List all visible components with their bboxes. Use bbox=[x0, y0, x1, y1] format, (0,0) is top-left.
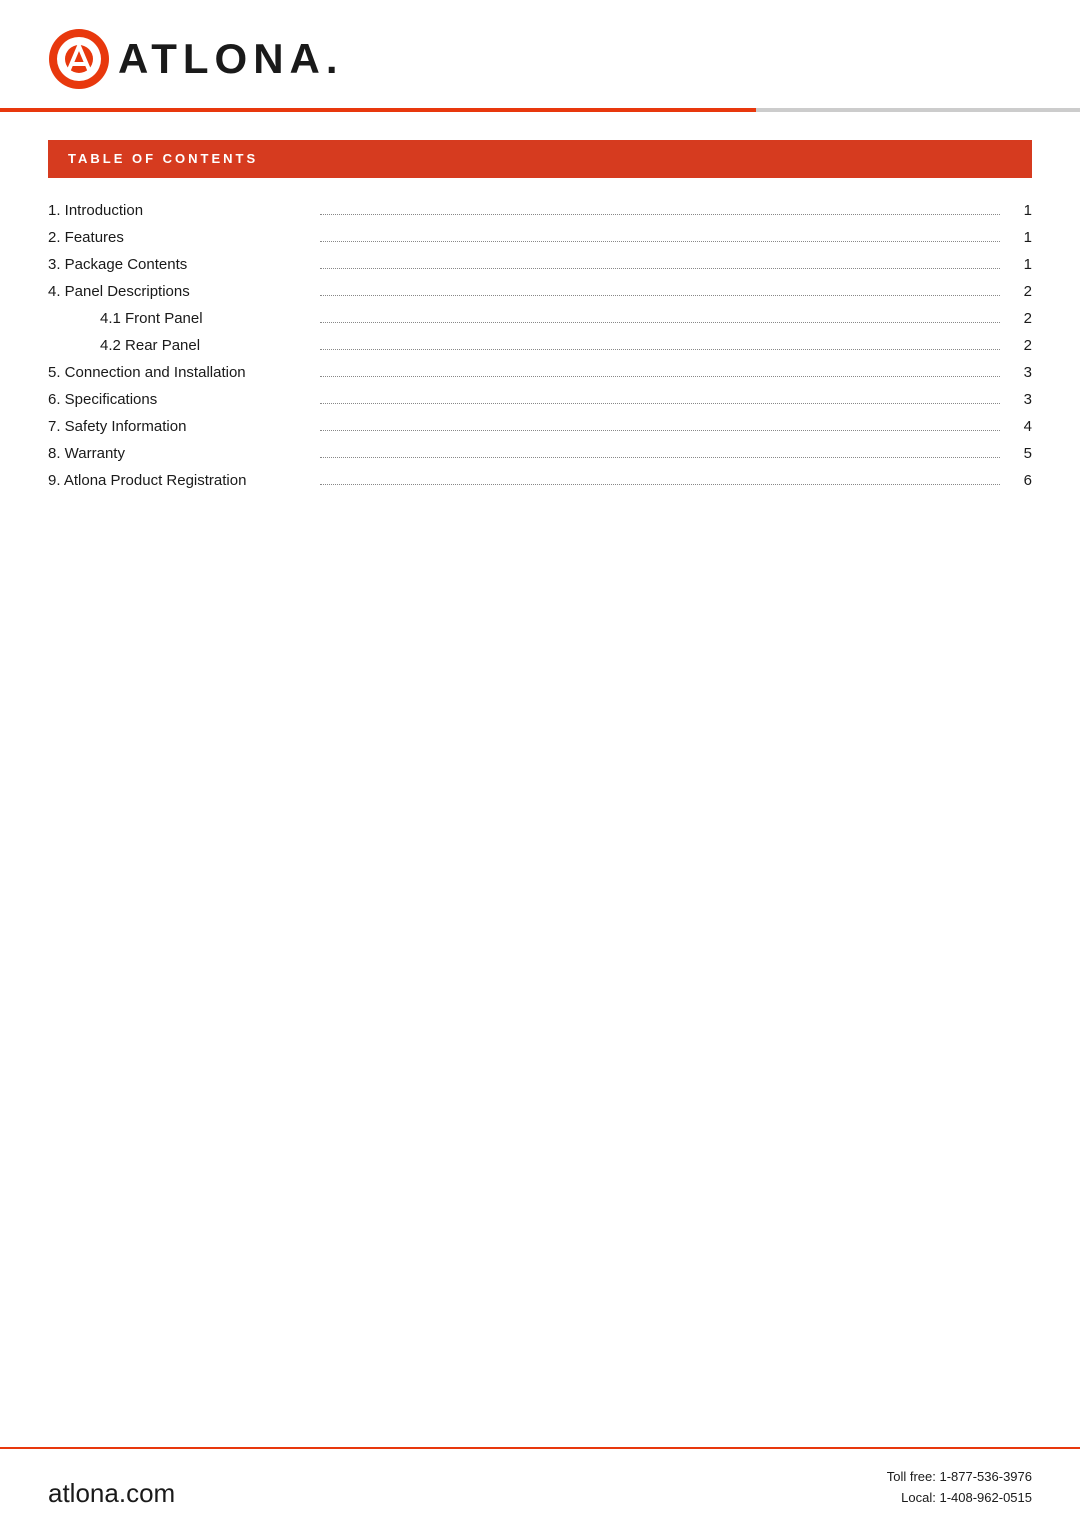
toc-row-4-2: 4.2 Rear Panel 2 bbox=[48, 337, 1032, 354]
toc-page-9: 6 bbox=[1012, 472, 1032, 489]
toc-label-4: 4. Panel Descriptions bbox=[48, 283, 308, 300]
toc-label-6: 6. Specifications bbox=[48, 391, 308, 408]
toc-dots-9 bbox=[320, 484, 1000, 485]
toc-dots-8 bbox=[320, 457, 1000, 458]
toc-label-1: 1. Introduction bbox=[48, 202, 308, 219]
toc-label-2: 2. Features bbox=[48, 229, 308, 246]
toc-dots-2 bbox=[320, 241, 1000, 242]
toc-label-4-1: 4.1 Front Panel bbox=[48, 310, 308, 327]
toc-title: TABLE OF CONTENTS bbox=[68, 151, 258, 166]
toc-page-7: 4 bbox=[1012, 418, 1032, 435]
toc-label-4-2: 4.2 Rear Panel bbox=[48, 337, 308, 354]
atlona-logo-icon bbox=[48, 28, 110, 90]
toc-row-4: 4. Panel Descriptions 2 bbox=[48, 283, 1032, 300]
toc-row-3: 3. Package Contents 1 bbox=[48, 256, 1032, 273]
toc-dots-1 bbox=[320, 214, 1000, 215]
toc-row-5: 5. Connection and Installation 3 bbox=[48, 364, 1032, 381]
header-divider bbox=[0, 108, 1080, 112]
toc-page-3: 1 bbox=[1012, 256, 1032, 273]
toc-page-4: 2 bbox=[1012, 283, 1032, 300]
toc-header-bar: TABLE OF CONTENTS bbox=[48, 140, 1032, 178]
toc-page-2: 1 bbox=[1012, 229, 1032, 246]
logo-text: ATLONA. bbox=[118, 35, 344, 83]
page-header: ATLONA. bbox=[0, 0, 1080, 108]
toc-dots-4-1 bbox=[320, 322, 1000, 323]
footer-local: Local: 1-408-962-0515 bbox=[887, 1488, 1032, 1509]
toc-dots-3 bbox=[320, 268, 1000, 269]
toc-page-6: 3 bbox=[1012, 391, 1032, 408]
toc-content: 1. Introduction 1 2. Features 1 3. Packa… bbox=[0, 186, 1080, 1447]
toc-row-9: 9. Atlona Product Registration 6 bbox=[48, 472, 1032, 489]
toc-page-1: 1 bbox=[1012, 202, 1032, 219]
toc-row-4-1: 4.1 Front Panel 2 bbox=[48, 310, 1032, 327]
toc-dots-7 bbox=[320, 430, 1000, 431]
toc-dots-4 bbox=[320, 295, 1000, 296]
toc-row-8: 8. Warranty 5 bbox=[48, 445, 1032, 462]
toc-dots-4-2 bbox=[320, 349, 1000, 350]
footer-website: atlona.com bbox=[48, 1478, 175, 1509]
footer-toll-free: Toll free: 1-877-536-3976 bbox=[887, 1467, 1032, 1488]
toc-dots-6 bbox=[320, 403, 1000, 404]
toc-page-8: 5 bbox=[1012, 445, 1032, 462]
toc-dots-5 bbox=[320, 376, 1000, 377]
footer-contact: Toll free: 1-877-536-3976 Local: 1-408-9… bbox=[887, 1467, 1032, 1509]
toc-label-5: 5. Connection and Installation bbox=[48, 364, 308, 381]
toc-label-7: 7. Safety Information bbox=[48, 418, 308, 435]
toc-row-6: 6. Specifications 3 bbox=[48, 391, 1032, 408]
toc-label-3: 3. Package Contents bbox=[48, 256, 308, 273]
toc-label-8: 8. Warranty bbox=[48, 445, 308, 462]
toc-page-5: 3 bbox=[1012, 364, 1032, 381]
toc-row-7: 7. Safety Information 4 bbox=[48, 418, 1032, 435]
toc-row-2: 2. Features 1 bbox=[48, 229, 1032, 246]
toc-label-9: 9. Atlona Product Registration bbox=[48, 472, 308, 489]
logo-container: ATLONA. bbox=[48, 28, 344, 90]
page-footer: atlona.com Toll free: 1-877-536-3976 Loc… bbox=[0, 1447, 1080, 1527]
toc-page-4-2: 2 bbox=[1012, 337, 1032, 354]
toc-page-4-1: 2 bbox=[1012, 310, 1032, 327]
toc-row-1: 1. Introduction 1 bbox=[48, 202, 1032, 219]
